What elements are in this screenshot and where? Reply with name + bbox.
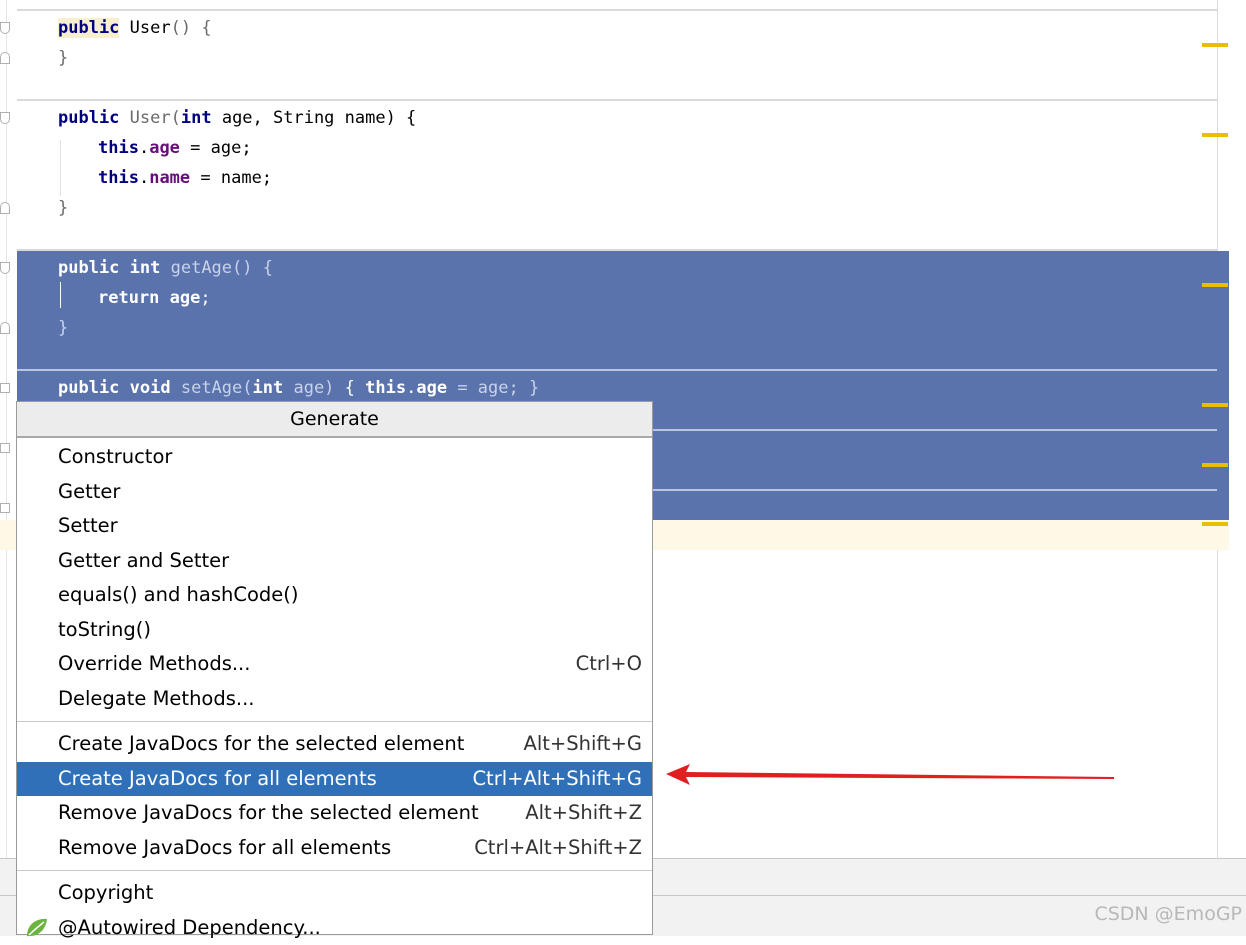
code-line: } (58, 197, 68, 219)
scrollbar-marker[interactable] (1202, 463, 1228, 467)
popup-title: Generate (17, 402, 652, 438)
code-line: return age; (98, 287, 211, 309)
menu-item-remove-javadocs-all[interactable]: Remove JavaDocs for all elementsCtrl+Alt… (17, 831, 652, 866)
menu-separator (17, 870, 652, 871)
fold-marker-icon[interactable] (0, 52, 10, 64)
scrollbar-marker[interactable] (1202, 522, 1228, 526)
fold-marker-icon[interactable] (0, 202, 10, 214)
menu-item-delegate-methods[interactable]: Delegate Methods... (17, 682, 652, 717)
fold-marker-icon[interactable] (0, 322, 10, 334)
expand-fold-icon[interactable] (0, 443, 10, 453)
code-line: } (58, 317, 68, 339)
code-line: this.name = name; (98, 167, 272, 189)
code-line: this.age = age; (98, 137, 252, 159)
menu-item-create-javadocs-all[interactable]: Create JavaDocs for all elementsCtrl+Alt… (17, 762, 652, 797)
method-separator (17, 9, 1217, 11)
scrollbar-marker[interactable] (1202, 133, 1228, 137)
menu-item-autowired-dependency[interactable]: @Autowired Dependency... (17, 911, 652, 945)
menu-item-remove-javadocs-selected[interactable]: Remove JavaDocs for the selected element… (17, 796, 652, 831)
generate-popup-menu: Generate Constructor Getter Setter Gette… (16, 401, 653, 935)
expand-fold-icon[interactable] (0, 383, 10, 393)
menu-item-getter-and-setter[interactable]: Getter and Setter (17, 544, 652, 579)
menu-item-equals-hashcode[interactable]: equals() and hashCode() (17, 578, 652, 613)
gutter (6, 0, 7, 860)
code-line: } (58, 47, 68, 69)
scrollbar-marker[interactable] (1202, 283, 1228, 287)
menu-item-copyright[interactable]: Copyright (17, 876, 652, 911)
menu-item-tostring[interactable]: toString() (17, 613, 652, 648)
method-separator (17, 369, 1217, 371)
annotation-arrow (664, 760, 1116, 790)
menu-item-setter[interactable]: Setter (17, 509, 652, 544)
code-line: public int getAge() { (58, 257, 273, 279)
menu-item-override-methods[interactable]: Override Methods...Ctrl+O (17, 647, 652, 682)
code-line: public void setAge(int age) { this.age =… (58, 377, 539, 399)
scrollbar-marker[interactable] (1202, 403, 1228, 407)
indent-guide (60, 140, 61, 196)
fold-marker-icon[interactable] (0, 262, 10, 274)
code-line: public User(int age, String name) { (58, 107, 416, 129)
method-separator (17, 99, 1217, 101)
expand-fold-icon[interactable] (0, 503, 10, 513)
code-line: public User() { (58, 17, 212, 39)
indent-guide (60, 282, 61, 308)
menu-separator (17, 721, 652, 722)
menu-item-constructor[interactable]: Constructor (17, 440, 652, 475)
menu-item-create-javadocs-selected[interactable]: Create JavaDocs for the selected element… (17, 727, 652, 762)
fold-marker-icon[interactable] (0, 22, 10, 34)
menu-item-getter[interactable]: Getter (17, 475, 652, 510)
scrollbar-marker[interactable] (1202, 43, 1228, 47)
watermark: CSDN @EmoGP (1094, 903, 1242, 925)
fold-marker-icon[interactable] (0, 112, 10, 124)
